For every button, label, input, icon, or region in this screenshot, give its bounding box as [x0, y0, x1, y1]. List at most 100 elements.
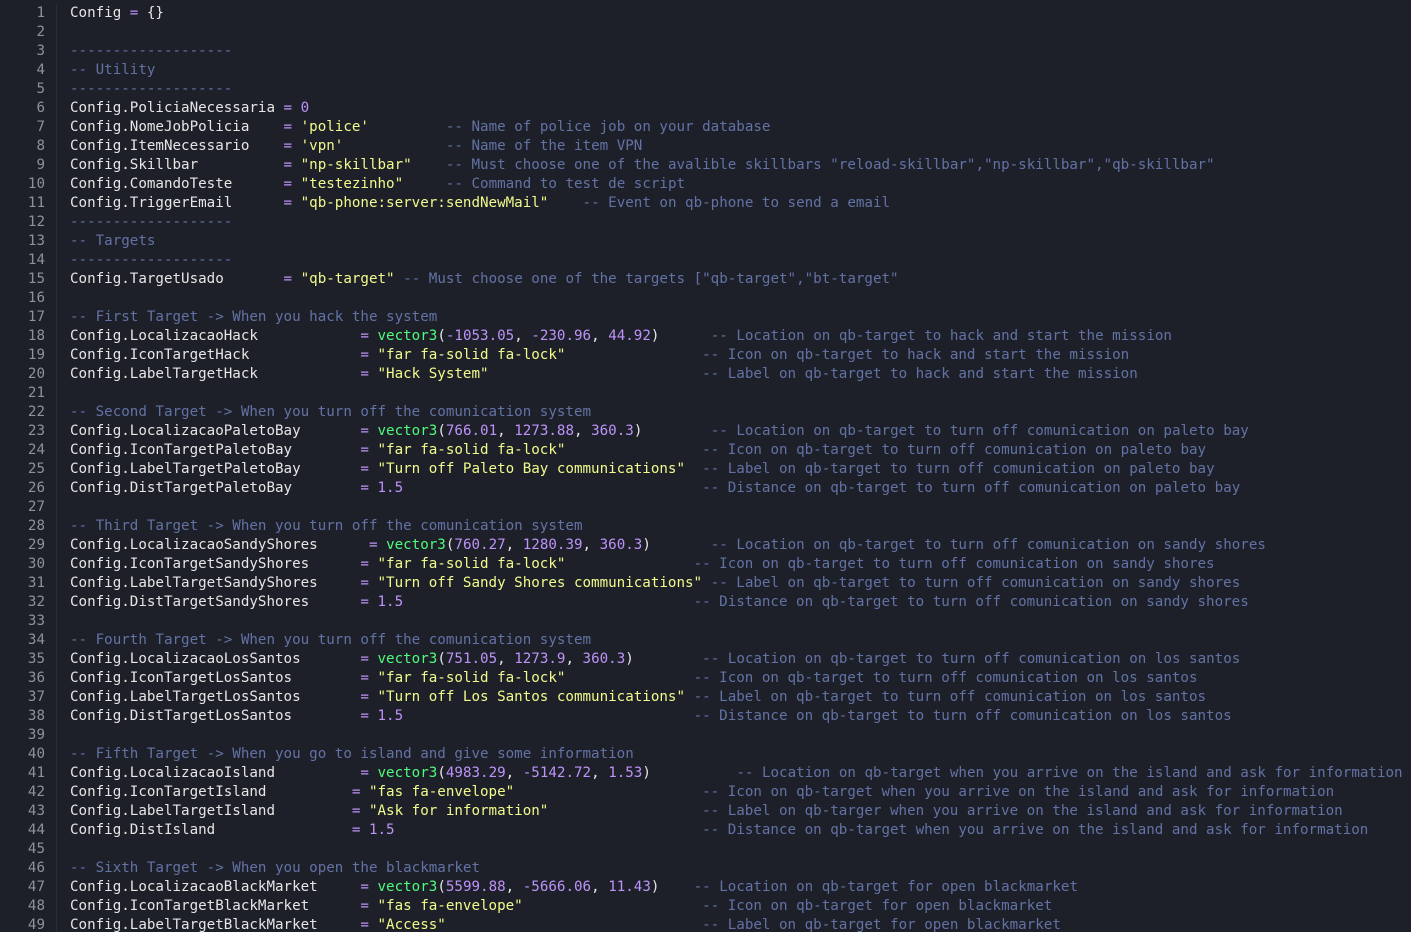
code-token-str: "Turn off Sandy Shores communications" [377, 575, 703, 591]
code-line[interactable]: Config.IconTargetIsland = "fas fa-envelo… [70, 783, 1411, 802]
code-line[interactable]: ------------------- [70, 42, 1411, 61]
code-token-op: = [283, 138, 293, 154]
code-token-num: 4983.29 [445, 765, 506, 781]
code-token-plain: Config.LocalizacaoSandyShores [70, 537, 369, 553]
code-token-comment: -- Third Target -> When you turn off the… [70, 518, 583, 534]
code-token-fn: vector3 [377, 651, 438, 667]
code-line[interactable]: Config.TargetUsado = "qb-target" -- Must… [70, 270, 1411, 289]
code-token-comment: -- Label on qb-target to turn off comuni… [710, 575, 1241, 591]
code-token-num: 1.5 [377, 708, 404, 724]
code-token-comment: -- Icon on qb-target to hack and start t… [702, 347, 1130, 363]
code-line[interactable]: Config.DistTargetPaletoBay = 1.5 -- Dist… [70, 479, 1411, 498]
code-token-op: = [283, 119, 293, 135]
line-number: 41 [27, 765, 45, 781]
code-line[interactable] [70, 289, 1411, 308]
code-line[interactable]: Config.LabelTargetBlackMarket = "Access"… [70, 916, 1411, 932]
code-token-plain: Config.LabelTargetHack [70, 366, 361, 382]
code-line[interactable]: Config.PoliciaNecessaria = 0 [70, 99, 1411, 118]
code-token-plain: Config.ComandoTeste [70, 176, 284, 192]
line-number: 5 [36, 81, 45, 97]
code-token-op: = [360, 651, 369, 667]
code-line[interactable]: Config.LabelTargetPaletoBay = "Turn off … [70, 460, 1411, 479]
line-number: 12 [27, 214, 45, 230]
code-line[interactable]: -- Utility [70, 61, 1411, 80]
code-token-plain: Config.IconTargetHack [70, 347, 361, 363]
code-line[interactable]: Config.IconTargetBlackMarket = "fas fa-e… [70, 897, 1411, 916]
code-token-plain: Config.DistTargetLosSantos [70, 708, 361, 724]
code-line[interactable]: Config.LocalizacaoIsland = vector3(4983.… [70, 764, 1411, 783]
code-line[interactable]: Config.ComandoTeste = "testezinho" -- Co… [70, 175, 1411, 194]
code-token-op: = [368, 537, 378, 553]
code-line[interactable]: Config.LabelTargetSandyShores = "Turn of… [70, 574, 1411, 593]
code-line[interactable]: Config.LocalizacaoSandyShores = vector3(… [70, 536, 1411, 555]
code-line[interactable]: -- Second Target -> When you turn off th… [70, 403, 1411, 422]
code-line[interactable]: Config.LocalizacaoLosSantos = vector3(75… [70, 650, 1411, 669]
code-line[interactable]: Config.IconTargetSandyShores = "far fa-s… [70, 555, 1411, 574]
code-token-num: 751.05 [445, 651, 498, 667]
code-token-plain: Config.IconTargetSandyShores [70, 556, 361, 572]
code-token-str: "Hack System" [377, 366, 489, 382]
code-line[interactable]: -- Third Target -> When you turn off the… [70, 517, 1411, 536]
code-line[interactable]: Config.LocalizacaoBlackMarket = vector3(… [70, 878, 1411, 897]
code-line[interactable]: Config.TriggerEmail = "qb-phone:server:s… [70, 194, 1411, 213]
code-line[interactable]: Config.LocalizacaoPaletoBay = vector3(76… [70, 422, 1411, 441]
code-line[interactable] [70, 726, 1411, 745]
code-line[interactable]: -- Targets [70, 232, 1411, 251]
code-line[interactable]: -- First Target -> When you hack the sys… [70, 308, 1411, 327]
code-area[interactable]: Config = {} ------------------- -- Utility… [70, 4, 1411, 932]
code-token-plain: , [497, 423, 515, 439]
line-number: 3 [36, 43, 45, 59]
code-token-plain: , [591, 765, 609, 781]
code-editor[interactable]: 1 2 3 4 5 6 7 8 9 10 11 12 13 14 15 16 17 18 19 20 21 22 23 24 2… [0, 0, 1411, 932]
line-number: 38 [27, 708, 45, 724]
code-line[interactable]: Config.LabelTargetIsland = "Ask for info… [70, 802, 1411, 821]
code-token-op: = [360, 423, 369, 439]
code-token-num: 360.3 [591, 423, 634, 439]
line-number: 35 [27, 651, 45, 667]
code-line[interactable]: Config.LabelTargetLosSantos = "Turn off … [70, 688, 1411, 707]
code-token-str: "qb-target" [300, 271, 395, 287]
code-token-plain: ) [642, 765, 651, 781]
code-line[interactable]: Config.IconTargetHack = "far fa-solid fa… [70, 346, 1411, 365]
code-line[interactable]: Config.Skillbar = "np-skillbar" -- Must … [70, 156, 1411, 175]
code-line[interactable]: ------------------- [70, 80, 1411, 99]
code-line[interactable]: Config.ItemNecessario = 'vpn' -- Name of… [70, 137, 1411, 156]
code-token-fn: vector3 [377, 423, 438, 439]
code-line[interactable]: Config.LabelTargetHack = "Hack System" -… [70, 365, 1411, 384]
code-token-plain: Config.IconTargetBlackMarket [70, 898, 361, 914]
code-token-plain: , [514, 328, 532, 344]
code-line[interactable] [70, 612, 1411, 631]
line-number: 29 [27, 537, 45, 553]
code-token-plain: ( [437, 765, 446, 781]
line-number: 49 [27, 917, 45, 932]
code-line[interactable]: -- Fifth Target -> When you go to island… [70, 745, 1411, 764]
code-line[interactable]: Config.LocalizacaoHack = vector3(-1053.0… [70, 327, 1411, 346]
code-token-comment: -- Event on qb-phone to send a email [582, 195, 891, 211]
code-line[interactable]: Config = {} [70, 4, 1411, 23]
code-line[interactable]: ------------------- [70, 213, 1411, 232]
code-line[interactable] [70, 23, 1411, 42]
code-line[interactable] [70, 384, 1411, 403]
code-line[interactable]: -- Sixth Target -> When you open the bla… [70, 859, 1411, 878]
code-line[interactable]: Config.NomeJobPolicia = 'police' -- Name… [70, 118, 1411, 137]
code-token-comment: -- Must choose one of the avalible skill… [445, 157, 1215, 173]
code-line[interactable]: Config.IconTargetPaletoBay = "far fa-sol… [70, 441, 1411, 460]
code-line[interactable]: Config.DistTargetLosSantos = 1.5 -- Dist… [70, 707, 1411, 726]
code-line[interactable]: ------------------- [70, 251, 1411, 270]
code-line[interactable] [70, 840, 1411, 859]
code-token-num: 0 [300, 100, 310, 116]
code-line[interactable]: Config.IconTargetLosSantos = "far fa-sol… [70, 669, 1411, 688]
code-token-num: -230.96 [531, 328, 592, 344]
code-line[interactable]: Config.DistTargetSandyShores = 1.5 -- Di… [70, 593, 1411, 612]
code-line[interactable]: Config.DistIsland = 1.5 -- Distance on q… [70, 821, 1411, 840]
code-line[interactable] [70, 498, 1411, 517]
code-line[interactable]: -- Fourth Target -> When you turn off th… [70, 631, 1411, 650]
